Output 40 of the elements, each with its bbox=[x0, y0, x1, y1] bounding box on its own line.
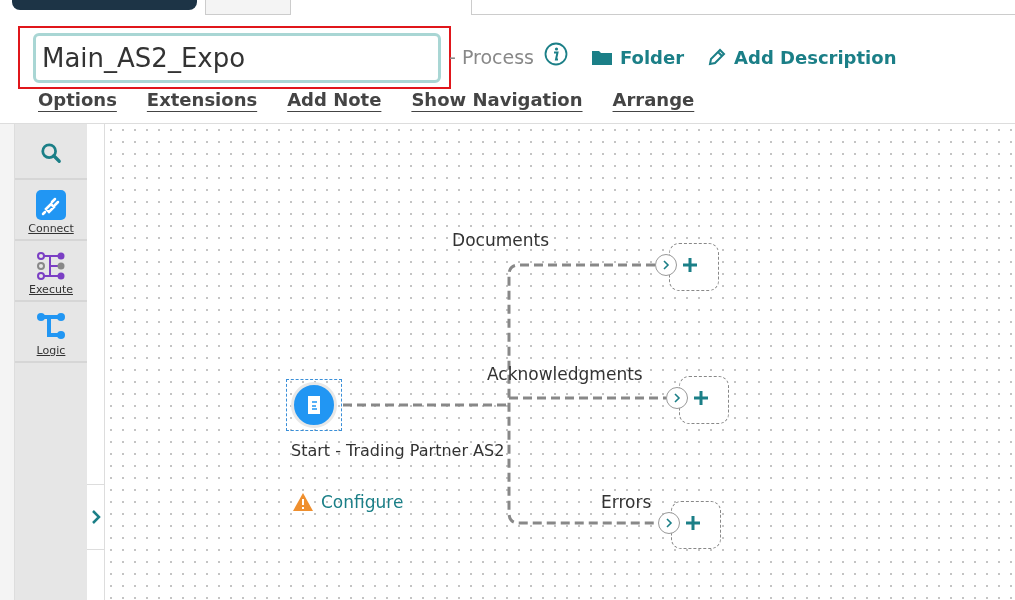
folder-link[interactable]: Folder bbox=[592, 46, 685, 68]
menu-item[interactable]: Show Navigation bbox=[411, 89, 583, 123]
process-type-label: - Process bbox=[449, 46, 534, 68]
search-icon bbox=[40, 142, 62, 164]
plus-icon bbox=[681, 256, 699, 274]
configure-link[interactable]: Configure bbox=[293, 492, 404, 512]
branch-icon bbox=[36, 312, 66, 342]
start-node-label: Start - Trading Partner AS2 bbox=[291, 440, 505, 462]
add-button[interactable] bbox=[692, 389, 710, 407]
branch-label: Documents bbox=[452, 230, 549, 250]
plug-icon bbox=[36, 190, 66, 220]
drop-target[interactable] bbox=[669, 243, 719, 291]
expand-button[interactable] bbox=[87, 484, 104, 550]
chevron-right-icon bbox=[673, 392, 681, 404]
drop-target[interactable] bbox=[671, 501, 721, 549]
plus-icon bbox=[692, 389, 710, 407]
branch-label: Acknowledgments bbox=[487, 364, 643, 384]
menu-item[interactable]: Extensions bbox=[146, 89, 258, 123]
document-icon bbox=[306, 395, 322, 415]
info-icon[interactable] bbox=[544, 42, 568, 66]
process-name-field[interactable]: Main_AS2_Expo bbox=[33, 32, 441, 83]
folder-icon bbox=[592, 49, 612, 65]
menu-item[interactable]: Arrange bbox=[612, 89, 695, 123]
palette-item[interactable]: Execute bbox=[15, 241, 87, 302]
add-description-link[interactable]: Add Description bbox=[708, 46, 897, 68]
palette-item[interactable]: Logic bbox=[15, 302, 87, 363]
add-button[interactable] bbox=[681, 256, 699, 274]
flow-icon bbox=[35, 251, 67, 281]
start-node[interactable] bbox=[286, 379, 342, 431]
menu-item[interactable]: Add Note bbox=[287, 89, 382, 123]
palette-item[interactable]: Connect bbox=[15, 180, 87, 241]
chevron-right-icon bbox=[665, 517, 673, 529]
add-button[interactable] bbox=[684, 514, 702, 532]
plus-icon bbox=[684, 514, 702, 532]
branch-label: Errors bbox=[601, 492, 652, 512]
drop-target[interactable] bbox=[679, 376, 729, 424]
pencil-icon bbox=[708, 48, 727, 66]
chevron-right-icon bbox=[90, 509, 101, 525]
menu-item[interactable]: Options bbox=[38, 89, 117, 123]
chevron-right-icon bbox=[662, 259, 670, 271]
